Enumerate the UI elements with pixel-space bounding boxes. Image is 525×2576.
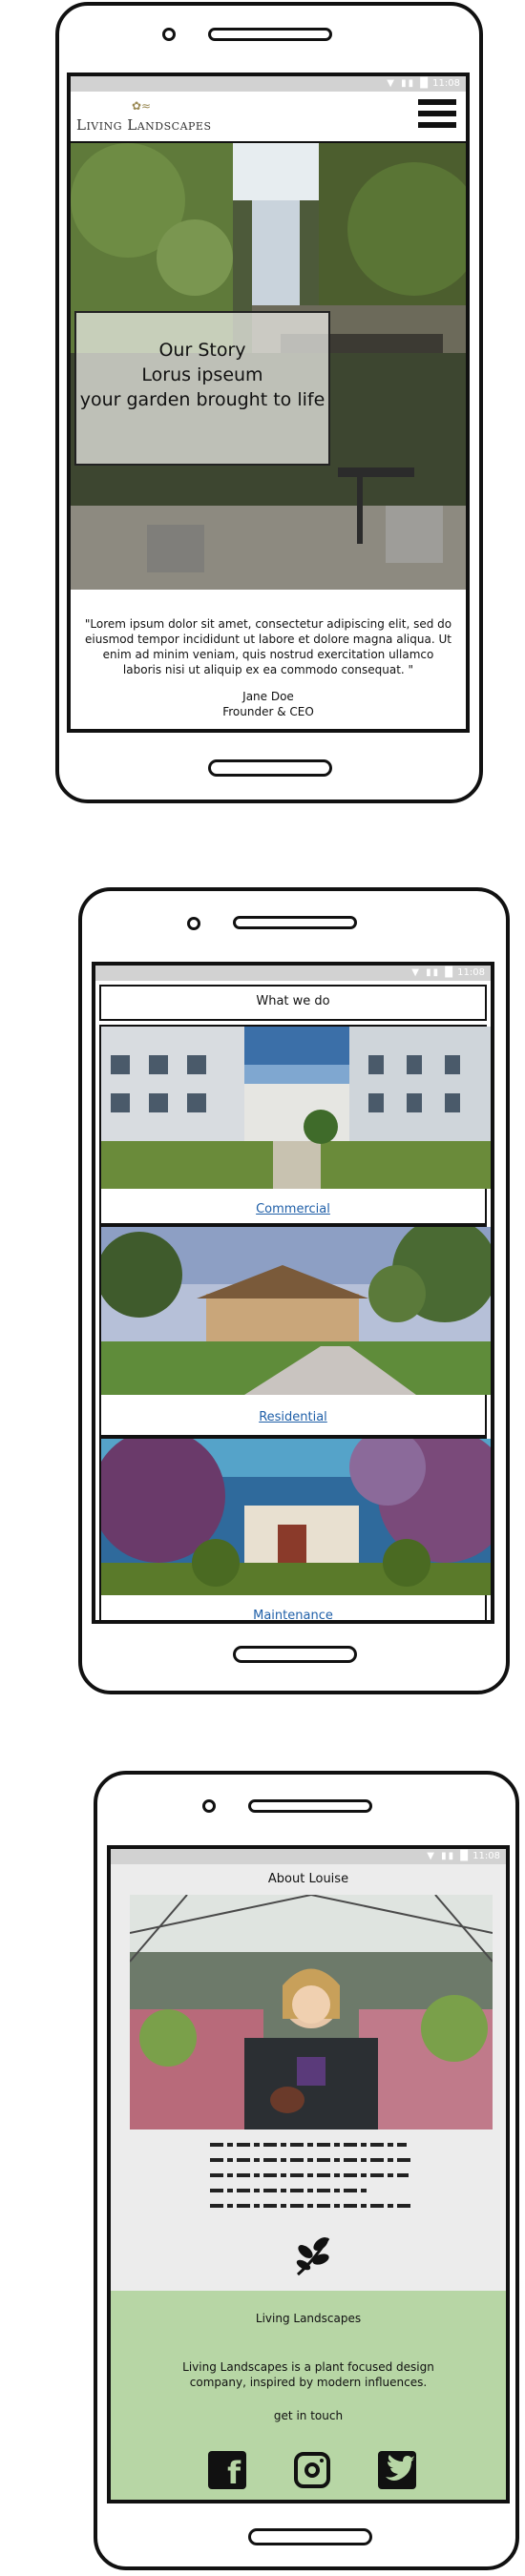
hero-subtitle: Lorus ipseum (141, 364, 263, 385)
scribble-text-graphic (210, 2143, 410, 2208)
about-section: About Louise (111, 1864, 506, 2291)
about-portrait-photo (130, 1895, 493, 2129)
status-icons: ▼ ▮▮ █ (427, 1851, 470, 1861)
get-in-touch-link[interactable]: get in touch (111, 2409, 506, 2422)
status-icons: ▼ ▮▮ █ (411, 967, 454, 978)
facebook-icon[interactable]: f (208, 2451, 246, 2491)
status-bar: ▼ ▮▮ █ 11:08 (71, 76, 466, 92)
brand-logo[interactable]: ✿≈ Living Landscapes (76, 97, 248, 135)
section-heading: What we do (256, 994, 330, 1008)
residential-link[interactable]: Residential (259, 1410, 327, 1424)
maintenance-photo (101, 1439, 491, 1595)
testimonial-author-title: Frounder & CEO (222, 705, 314, 718)
screen-2: ▼ ▮▮ █ 11:08 What we do Commercial Resid… (92, 962, 494, 1624)
front-camera (187, 917, 200, 930)
section-heading-box: What we do (99, 985, 487, 1021)
leaf-sprig-icon (292, 2233, 334, 2278)
about-bio-scribble (206, 2137, 416, 2217)
testimonial-author: Jane Doe (242, 690, 294, 703)
leaf-logo-icon: ✿≈ (132, 99, 152, 113)
maintenance-link[interactable]: Maintenance (253, 1609, 333, 1620)
commercial-photo (101, 1027, 491, 1189)
home-button[interactable] (248, 2528, 372, 2545)
about-heading: About Louise (267, 1872, 349, 1886)
hero-title: Our Story (158, 340, 246, 361)
status-time: 11:08 (457, 967, 485, 978)
commercial-link[interactable]: Commercial (256, 1202, 330, 1216)
brand-name: Living Landscapes (76, 116, 212, 134)
screen-1: ▼ ▮▮ █ 11:08 ✿≈ Living Landscapes Our St… (67, 73, 470, 733)
screen-3: ▼ ▮▮ █ 11:08 About Louise Living Landsca… (107, 1845, 510, 2503)
hero-garden-photo: Our Story Lorus ipseum your garden broug… (71, 143, 466, 590)
earpiece-speaker (233, 916, 357, 929)
service-card-commercial[interactable]: Commercial (99, 1025, 491, 1225)
status-time: 11:08 (432, 78, 460, 89)
footer-title: Living Landscapes (255, 2312, 362, 2325)
site-header: ✿≈ Living Landscapes (71, 92, 466, 143)
testimonial-section: "Lorem ipsum dolor sit amet, consectetur… (71, 590, 466, 719)
site-footer: Living Landscapes Living Landscapes is a… (111, 2291, 506, 2500)
footer-description: Living Landscapes is a plant focused des… (182, 2360, 434, 2389)
social-links: f (208, 2451, 418, 2491)
hero-caption-box: Our Story Lorus ipseum your garden broug… (74, 311, 330, 466)
home-button[interactable] (233, 1646, 357, 1663)
twitter-icon[interactable] (378, 2451, 416, 2489)
hero-tagline: your garden brought to life (79, 389, 326, 410)
status-bar: ▼ ▮▮ █ 11:08 (111, 1849, 506, 1864)
residential-photo (101, 1227, 491, 1395)
service-card-maintenance[interactable]: Maintenance (99, 1437, 491, 1620)
home-button[interactable] (208, 759, 332, 777)
earpiece-speaker (208, 28, 332, 41)
service-card-residential[interactable]: Residential (99, 1225, 491, 1437)
testimonial-quote: "Lorem ipsum dolor sit amet, consectetur… (84, 617, 452, 676)
earpiece-speaker (248, 1799, 372, 1813)
status-icons: ▼ ▮▮ █ (387, 78, 430, 89)
status-time: 11:08 (472, 1851, 500, 1861)
status-bar: ▼ ▮▮ █ 11:08 (95, 966, 491, 981)
hamburger-menu-icon[interactable] (418, 97, 456, 135)
instagram-icon[interactable] (294, 2452, 330, 2488)
front-camera (162, 28, 176, 41)
front-camera (202, 1799, 216, 1813)
